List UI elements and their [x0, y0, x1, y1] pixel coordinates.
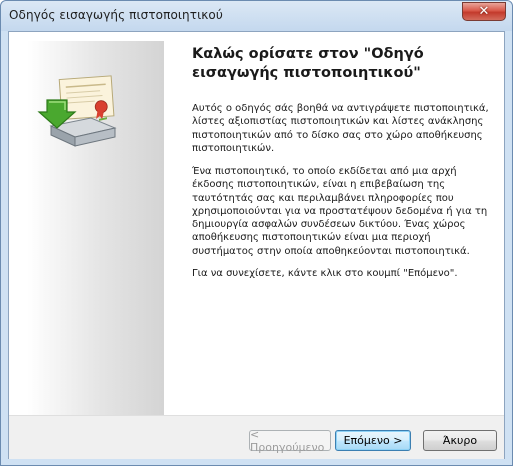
back-button[interactable]: < Προηγούμενο: [249, 428, 331, 454]
close-icon: ✕: [478, 4, 490, 19]
intro-paragraph: Αυτός ο οδηγός σάς βοηθά να αντιγράψετε …: [192, 103, 489, 154]
close-button[interactable]: ✕: [462, 2, 506, 21]
button-bar: < Προηγούμενο Επόμενο > Άκυρο: [9, 415, 504, 459]
window-title: Οδηγός εισαγωγής πιστοποιητικού: [9, 8, 223, 22]
cancel-button[interactable]: Άκυρο: [423, 430, 497, 451]
title-bar[interactable]: Οδηγός εισαγωγής πιστοποιητικού ✕: [1, 1, 512, 31]
page-title: Καλώς ορίσατε στον "Οδηγό εισαγωγής πιστ…: [192, 46, 424, 81]
continue-instruction: Για να συνεχίσετε, κάντε κλικ στο κουμπί…: [192, 268, 458, 279]
description-paragraph: Ένα πιστοποιητικό, το οποίο εκδίδεται απ…: [192, 166, 488, 257]
wizard-body: Καλώς ορίσατε στον "Οδηγό εισαγωγής πιστ…: [8, 31, 505, 459]
wizard-window: Οδηγός εισαγωγής πιστοποιητικού ✕ Καλώς …: [0, 0, 513, 466]
certificate-import-icon: [37, 75, 117, 147]
next-button[interactable]: Επόμενο >: [335, 430, 411, 451]
